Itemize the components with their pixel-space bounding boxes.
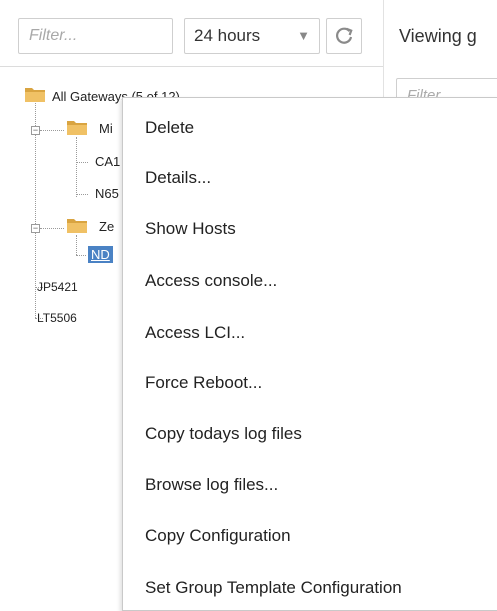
pane-title: Viewing g [399, 26, 477, 46]
context-menu: Delete Details... Show Hosts Access cons… [122, 97, 497, 611]
tree-leaf-label[interactable]: N65 [95, 186, 119, 201]
folder-icon [67, 219, 87, 233]
tree-item-label[interactable]: LT5506 [37, 311, 77, 325]
tree-group-label[interactable]: Mi [99, 121, 113, 136]
tree-leaf-label[interactable]: CA1 [95, 154, 120, 169]
refresh-icon [336, 27, 353, 44]
menu-item-force-reboot[interactable]: Force Reboot... [145, 373, 262, 393]
group-expander[interactable]: − [31, 224, 40, 233]
menu-item-copy-configuration[interactable]: Copy Configuration [145, 526, 291, 546]
tree-item-label[interactable]: JP5421 [37, 280, 78, 294]
menu-item-access-lci[interactable]: Access LCI... [145, 323, 245, 343]
folder-icon [67, 121, 87, 135]
menu-item-delete[interactable]: Delete [145, 118, 194, 138]
group-expander[interactable]: − [31, 126, 40, 135]
tree-leaf-label-selected[interactable]: ND [88, 246, 113, 263]
tree-toolbar: 24 hours ▼ [0, 0, 383, 67]
time-range-select[interactable]: 24 hours ▼ [184, 18, 320, 54]
menu-item-browse-log-files[interactable]: Browse log files... [145, 475, 278, 495]
refresh-button[interactable] [326, 18, 362, 54]
tree-filter-input[interactable] [18, 18, 173, 54]
menu-item-copy-todays-log-files[interactable]: Copy todays log files [145, 424, 302, 444]
menu-item-details[interactable]: Details... [145, 168, 211, 188]
chevron-down-icon: ▼ [297, 28, 310, 43]
menu-item-access-console[interactable]: Access console... [145, 271, 277, 291]
tree-group-label[interactable]: Ze [99, 219, 114, 234]
folder-icon [25, 88, 45, 102]
menu-item-set-group-template-configuration[interactable]: Set Group Template Configuration [145, 578, 402, 598]
menu-item-show-hosts[interactable]: Show Hosts [145, 219, 236, 239]
time-range-value: 24 hours [194, 26, 261, 45]
